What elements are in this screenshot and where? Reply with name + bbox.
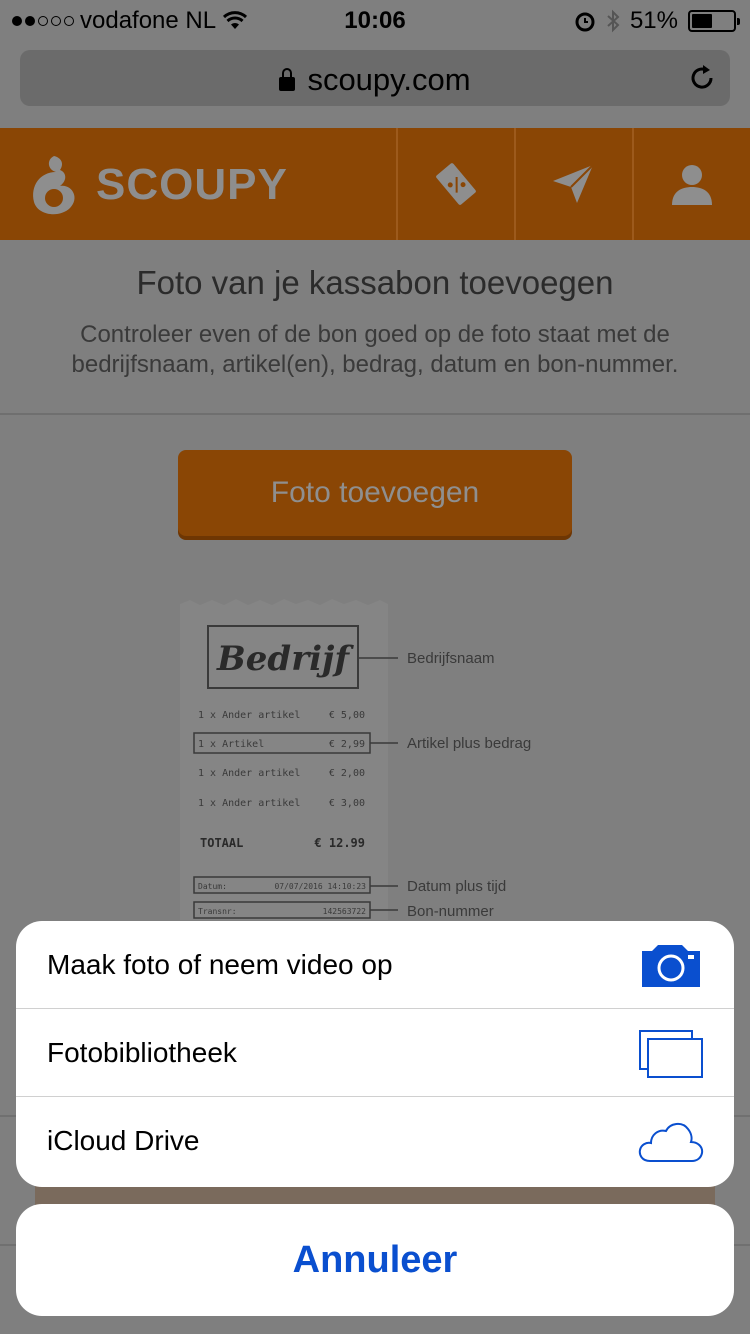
cloud-icon [638, 1123, 704, 1162]
alarm-icon [575, 12, 595, 32]
squirrel-logo-icon [33, 156, 75, 215]
take-photo-label: Maak foto of neem video op [47, 949, 393, 980]
url-display[interactable]: scoupy.com [20, 62, 730, 98]
lock-icon [279, 68, 296, 91]
receipt-company: Bedrijf [216, 639, 354, 679]
annotation-company: Bedrijfsnaam [407, 650, 495, 667]
battery-percent: 51% [629, 7, 678, 34]
receipt-total-value: € 12.99 [314, 836, 365, 850]
reload-icon[interactable] [686, 62, 718, 94]
receipt-line-3-item: 1 x Ander artikel [198, 768, 300, 779]
status-bar: vodafone NL 10:06 51% [0, 0, 750, 40]
page-description: Controleer even of de bon goed op de fot… [71, 321, 679, 378]
divider [0, 413, 750, 415]
account-button[interactable] [632, 128, 750, 240]
add-photo-button[interactable]: Foto toevoegen [178, 450, 572, 536]
logo-text: SCOUPY [96, 160, 288, 209]
action-sheet: Maak foto of neem video op Fotobibliothe… [16, 921, 734, 1187]
paper-plane-icon [553, 164, 594, 203]
annotation-date: Datum plus tijd [407, 878, 506, 895]
receipt-trans-label: Transnr: [198, 907, 237, 916]
photo-library-option[interactable]: Fotobibliotheek [16, 1009, 734, 1097]
url-text: scoupy.com [307, 62, 471, 97]
receipt-date-value: 07/07/2016 14:10:23 [274, 882, 366, 891]
icloud-drive-label: iCloud Drive [47, 1125, 200, 1156]
send-button[interactable] [514, 128, 632, 240]
receipt-total-label: TOTAAL [200, 836, 243, 850]
receipt-line-1-item: 1 x Ander artikel [198, 710, 300, 721]
site-header: SCOUPY [0, 128, 750, 240]
receipt-line-3-price: € 2,00 [329, 768, 365, 779]
page-title: Foto van je kassabon toevoegen [136, 264, 614, 301]
scoupy-logo[interactable]: SCOUPY [26, 150, 288, 220]
user-icon [672, 165, 712, 205]
receipt-line-4-price: € 3,00 [329, 798, 365, 809]
take-photo-option[interactable]: Maak foto of neem video op [16, 921, 734, 1009]
camera-icon [642, 945, 700, 987]
address-bar[interactable]: scoupy.com [20, 50, 730, 106]
icloud-drive-option[interactable]: iCloud Drive [16, 1097, 734, 1185]
coupon-tag-icon [436, 163, 476, 205]
annotation-number: Bon-nummer [407, 903, 494, 920]
status-right: 51% [574, 7, 740, 35]
battery-icon [688, 10, 740, 32]
receipt-trans-value: 142563722 [323, 907, 367, 916]
photo-library-icon [639, 1030, 703, 1078]
photo-library-label: Fotobibliotheek [47, 1037, 237, 1068]
annotation-article: Artikel plus bedrag [407, 735, 531, 752]
bluetooth-icon [607, 9, 620, 33]
cancel-button[interactable]: Annuleer [16, 1204, 734, 1316]
receipt-date-label: Datum: [198, 882, 227, 891]
receipt-line-4-item: 1 x Ander artikel [198, 798, 300, 809]
receipt-line-1-price: € 5,00 [329, 710, 365, 721]
receipt-illustration: Bedrijf 1 x Ander artikel € 5,00 1 x Art… [180, 599, 531, 920]
receipt-line-2-item: 1 x Artikel [198, 739, 264, 750]
coupons-button[interactable] [396, 128, 514, 240]
receipt-line-2-price: € 2,99 [329, 739, 365, 750]
